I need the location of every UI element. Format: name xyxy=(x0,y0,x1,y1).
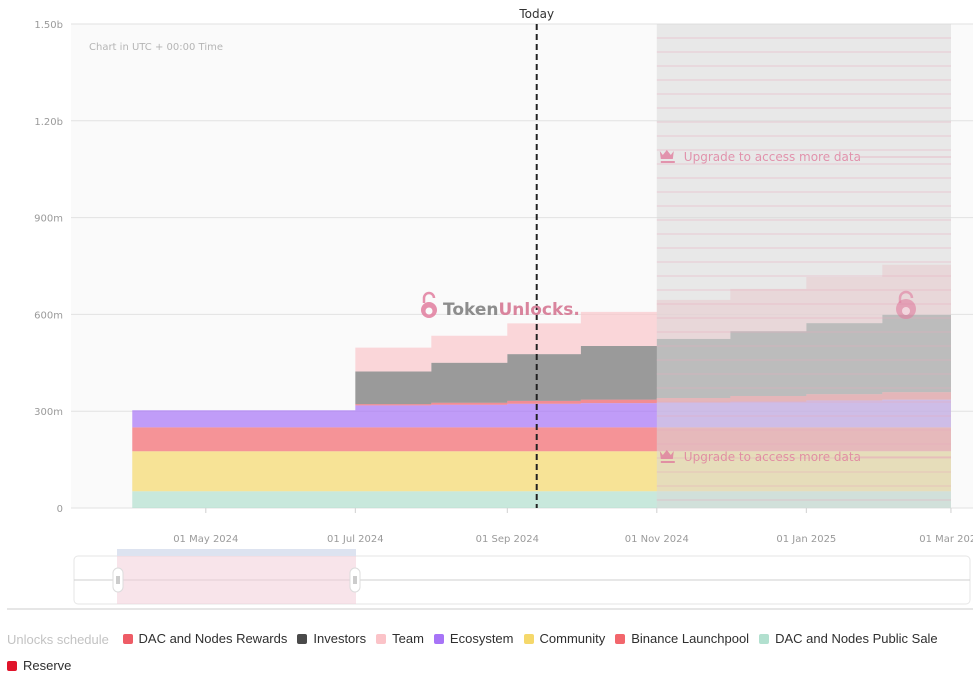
legend-item-team[interactable]: Team xyxy=(376,626,424,652)
unlocks-chart: 0 300m 600m 900m 1.20b 1.50b Upgrade to acces… xyxy=(34,7,973,605)
legend-swatch xyxy=(759,634,770,644)
brand-dot: . xyxy=(573,300,579,320)
today-label: Today xyxy=(518,7,554,21)
brand-token: Token xyxy=(443,300,499,320)
locked-overlay[interactable] xyxy=(656,24,951,508)
legend-divider xyxy=(7,608,973,610)
x-tick-label: 01 May 2024 xyxy=(173,534,238,545)
legend-label: DAC and Nodes Public Sale xyxy=(775,631,938,646)
legend-swatch xyxy=(122,634,133,644)
legend: Unlocks schedule DAC and Nodes Rewards In… xyxy=(7,626,967,680)
x-tick-label: 01 Mar 2025 xyxy=(919,534,973,545)
legend-swatch xyxy=(523,634,534,644)
x-tick-label: 01 Jan 2025 xyxy=(776,534,836,545)
legend-label: Ecosystem xyxy=(449,631,514,646)
legend-item-binance-launchpool[interactable]: Binance Launchpool xyxy=(615,626,749,652)
navigator-scrollbar[interactable] xyxy=(117,549,356,556)
x-tick-label: 01 Jul 2024 xyxy=(327,534,384,545)
navigator-left-handle[interactable] xyxy=(112,567,124,593)
legend-label: Reserve xyxy=(23,658,72,673)
legend-label: Community xyxy=(539,631,606,646)
y-tick-label: 1.50b xyxy=(34,20,63,31)
legend-title: Unlocks schedule xyxy=(7,632,109,647)
legend-label: DAC and Nodes Rewards xyxy=(138,631,288,646)
navigator-selection[interactable] xyxy=(117,556,356,604)
y-tick-label: 0 xyxy=(57,504,63,515)
y-tick-label: 600m xyxy=(34,310,63,321)
x-tick-label: 01 Nov 2024 xyxy=(625,534,689,545)
locked-region[interactable]: Upgrade to access more data Upgrade to ac… xyxy=(656,24,951,508)
legend-label: Investors xyxy=(313,631,367,646)
x-tick-label: 01 Sep 2024 xyxy=(476,534,539,545)
legend-label: Team xyxy=(392,631,424,646)
svg-text:TokenUnlocks.: TokenUnlocks. xyxy=(443,300,580,320)
y-axis: 0 300m 600m 900m 1.20b 1.50b xyxy=(34,20,63,515)
legend-swatch xyxy=(7,661,17,671)
legend-item-reserve[interactable]: Reserve xyxy=(7,653,71,679)
navigator-right-handle[interactable] xyxy=(349,567,361,593)
y-tick-label: 1.20b xyxy=(34,117,63,128)
legend-item-community[interactable]: Community xyxy=(523,626,606,652)
brand-unlocks: Unlocks xyxy=(499,300,574,320)
navigator[interactable] xyxy=(73,549,971,605)
legend-item-dac-and-nodes-rewards[interactable]: DAC and Nodes Rewards xyxy=(122,626,288,652)
legend-label: Binance Launchpool xyxy=(631,631,750,646)
legend-swatch xyxy=(376,634,387,644)
x-axis: 01 May 2024 01 Jul 2024 01 Sep 2024 01 Nov … xyxy=(173,508,973,545)
legend-item-investors[interactable]: Investors xyxy=(297,626,366,652)
legend-swatch xyxy=(297,634,308,644)
legend-item-ecosystem[interactable]: Ecosystem xyxy=(433,626,514,652)
upgrade-text[interactable]: Upgrade to access more data xyxy=(684,450,861,464)
legend-swatch xyxy=(433,634,444,644)
legend-item-dac-and-nodes-public-sale[interactable]: DAC and Nodes Public Sale xyxy=(759,626,938,652)
upgrade-text[interactable]: Upgrade to access more data xyxy=(684,150,861,164)
y-tick-label: 900m xyxy=(34,214,63,225)
utc-note: Chart in UTC + 00:00 Time xyxy=(89,42,223,53)
legend-swatch xyxy=(615,634,626,644)
y-tick-label: 300m xyxy=(34,407,63,418)
